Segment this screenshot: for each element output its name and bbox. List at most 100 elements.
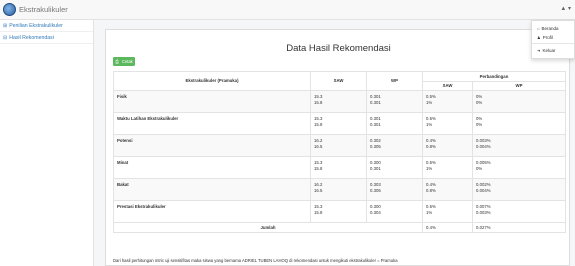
wp-value: 0.305 bbox=[370, 143, 381, 149]
wp-cell: 0.300 0.304 bbox=[366, 200, 423, 223]
saw-cell: 16.2 16.5 bbox=[310, 178, 367, 201]
wp-value: 0.304 bbox=[370, 209, 381, 215]
comp-saw-value: 1% bbox=[426, 99, 433, 105]
comp-wp-value: 0% bbox=[476, 121, 483, 127]
saw-cell: 16.2 16.5 bbox=[310, 134, 367, 157]
recommendation-note: Dari hasil perhitungan mtric uji sensiti… bbox=[113, 258, 398, 263]
comp-saw-value: 0.8% bbox=[426, 187, 436, 193]
logout-icon: ➜ bbox=[537, 48, 541, 53]
comp-wp-cell: 0.003% 0.004% bbox=[472, 134, 566, 157]
comp-saw-cell: 0.5% 1% bbox=[422, 156, 473, 179]
wp-cell: 0.301 0.301 bbox=[366, 90, 423, 113]
user-dropdown-menu: ⌂ Beranda ♟ Profil ➜ Keluar bbox=[531, 20, 575, 59]
comp-wp-value: 0% bbox=[476, 165, 483, 171]
comp-saw-cell: 0.4% 0.8% bbox=[422, 178, 473, 201]
total-comparison-wp: 0.027% bbox=[472, 222, 566, 233]
wp-value: 0.301 bbox=[370, 165, 381, 171]
menu-divider bbox=[532, 43, 574, 44]
sidebar-item-hasil-rekomendasi[interactable]: ⊟ Hasil Rekomendasi bbox=[0, 32, 93, 44]
results-table: Ekstrakulikuler (Pramuka) SAW WP Perband… bbox=[113, 71, 566, 233]
column-header-wp: WP bbox=[366, 71, 423, 91]
user-menu-toggle[interactable]: ▲ ▾ bbox=[560, 5, 571, 12]
print-button-label: Cetak bbox=[121, 59, 133, 64]
saw-value: 16.5 bbox=[314, 187, 323, 193]
grid-icon: ⊞ bbox=[3, 22, 8, 29]
total-label: Jumlah bbox=[113, 222, 423, 233]
wp-cell: 0.302 0.305 bbox=[366, 134, 423, 157]
wp-value: 0.301 bbox=[370, 99, 381, 105]
column-header-comparison-saw: SAW bbox=[422, 81, 473, 91]
result-panel: Data Hasil Rekomendasi ⎙ Cetak Ekstrakul… bbox=[105, 29, 570, 266]
saw-cell: 15.3 15.8 bbox=[310, 156, 367, 179]
table-row: Bakat 16.2 16.5 0.303 0.305 0.4% 0.8% 0.002% 0.0… bbox=[113, 178, 566, 201]
saw-value: 15.8 bbox=[314, 121, 323, 127]
comp-wp-cell: 0% 0% bbox=[472, 90, 566, 113]
table-row: Waktu Latihan Ekstrakulikuler 15.3 15.8 0.3… bbox=[113, 112, 566, 135]
criteria-cell: Minat bbox=[113, 156, 311, 179]
menu-item-label: Profil bbox=[542, 35, 554, 40]
comp-saw-cell: 0.5% 1% bbox=[422, 112, 473, 135]
comp-saw-value: 1% bbox=[426, 121, 433, 127]
school-logo-icon bbox=[3, 3, 16, 16]
menu-item-beranda[interactable]: ⌂ Beranda bbox=[532, 24, 574, 33]
comp-wp-value: 0.004% bbox=[476, 187, 491, 193]
comp-saw-cell: 0.4% 0.8% bbox=[422, 134, 473, 157]
sidebar-item-label: Hasil Rekomendasi bbox=[9, 34, 54, 41]
sidebar-item-label: Penilian Ekstrakulikuler bbox=[9, 22, 63, 29]
comp-saw-value: 0.8% bbox=[426, 143, 436, 149]
menu-item-label: Beranda bbox=[541, 26, 559, 31]
menu-item-label: Keluar bbox=[542, 48, 556, 53]
comp-saw-cell: 0.5% 1% bbox=[422, 200, 473, 223]
comp-wp-value: 0.003% bbox=[476, 209, 491, 215]
app-title: Ekstrakulikuler bbox=[19, 5, 68, 14]
table-row: Potensi 16.2 16.5 0.302 0.305 0.4% 0.8% 0.003% 0… bbox=[113, 134, 566, 157]
user-icon: ♟ bbox=[537, 35, 541, 40]
column-header-comparison-wp: WP bbox=[472, 81, 566, 91]
table-icon: ⊟ bbox=[3, 34, 8, 41]
comp-saw-value: 1% bbox=[426, 165, 433, 171]
wp-cell: 0.303 0.305 bbox=[366, 178, 423, 201]
table-row: Prestasi Ekstrakulikuler 15.3 15.8 0.300 0.3… bbox=[113, 200, 566, 223]
home-icon: ⌂ bbox=[537, 26, 540, 31]
saw-value: 15.8 bbox=[314, 99, 323, 105]
comp-wp-cell: 0.005% 0% bbox=[472, 156, 566, 179]
top-navbar: Ekstrakulikuler ▲ ▾ bbox=[0, 0, 575, 20]
print-button[interactable]: ⎙ Cetak bbox=[113, 57, 135, 66]
table-row: Fisik 15.3 15.8 0.301 0.301 0.5% 1% 0% 0% bbox=[113, 90, 566, 113]
comp-saw-cell: 0.5% 1% bbox=[422, 90, 473, 113]
criteria-cell: Bakat bbox=[113, 178, 311, 201]
total-comparison-saw: 0.4% bbox=[422, 222, 473, 233]
saw-cell: 15.3 15.8 bbox=[310, 200, 367, 223]
wp-value: 0.305 bbox=[370, 187, 381, 193]
saw-value: 16.5 bbox=[314, 143, 323, 149]
comp-saw-value: 1% bbox=[426, 209, 433, 215]
column-header-comparison: Perbandingan bbox=[422, 71, 566, 82]
saw-cell: 15.3 15.8 bbox=[310, 112, 367, 135]
menu-item-keluar[interactable]: ➜ Keluar bbox=[532, 46, 574, 55]
print-icon: ⎙ bbox=[115, 59, 119, 64]
criteria-cell: Potensi bbox=[113, 134, 311, 157]
comp-wp-cell: 0.002% 0.004% bbox=[472, 178, 566, 201]
comp-wp-value: 0.004% bbox=[476, 143, 491, 149]
comp-wp-value: 0% bbox=[476, 99, 483, 105]
brand[interactable]: Ekstrakulikuler bbox=[3, 3, 68, 16]
menu-item-profil[interactable]: ♟ Profil bbox=[532, 33, 574, 42]
wp-cell: 0.301 0.301 bbox=[366, 112, 423, 135]
saw-cell: 15.3 15.8 bbox=[310, 90, 367, 113]
saw-value: 15.8 bbox=[314, 165, 323, 171]
sidebar: ⊞ Penilian Ekstrakulikuler ⊟ Hasil Rekom… bbox=[0, 20, 94, 266]
criteria-cell: Waktu Latihan Ekstrakulikuler bbox=[113, 112, 311, 135]
column-header-criteria: Ekstrakulikuler (Pramuka) bbox=[113, 71, 311, 91]
saw-value: 15.8 bbox=[314, 209, 323, 215]
criteria-cell: Prestasi Ekstrakulikuler bbox=[113, 200, 311, 223]
column-header-saw: SAW bbox=[310, 71, 367, 91]
criteria-cell: Fisik bbox=[113, 90, 311, 113]
comp-wp-cell: 0.007% 0.003% bbox=[472, 200, 566, 223]
table-body: Fisik 15.3 15.8 0.301 0.301 0.5% 1% 0% 0% Waktu L… bbox=[113, 90, 566, 223]
wp-value: 0.301 bbox=[370, 121, 381, 127]
wp-cell: 0.300 0.301 bbox=[366, 156, 423, 179]
page-title: Data Hasil Rekomendasi bbox=[286, 43, 391, 54]
comp-wp-cell: 0% 0% bbox=[472, 112, 566, 135]
table-row: Minat 15.3 15.8 0.300 0.301 0.5% 1% 0.005% 0% bbox=[113, 156, 566, 179]
sidebar-item-penilaian[interactable]: ⊞ Penilian Ekstrakulikuler bbox=[0, 20, 93, 32]
